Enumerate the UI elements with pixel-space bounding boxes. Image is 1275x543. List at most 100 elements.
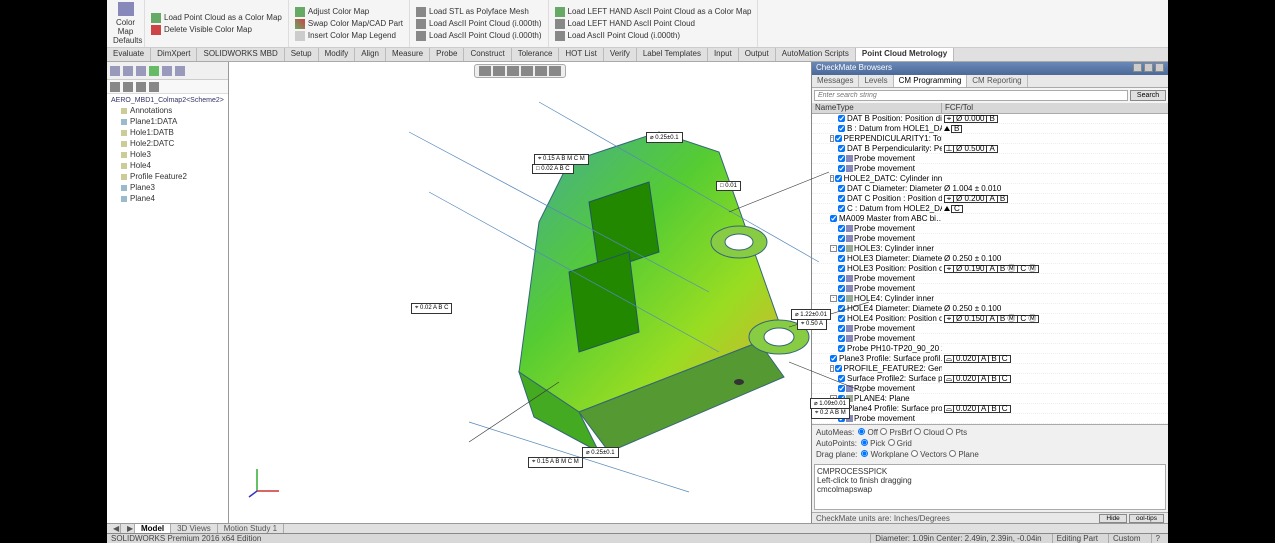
command-tab[interactable]: Verify: [604, 48, 637, 61]
command-tab[interactable]: Output: [739, 48, 776, 61]
load-ascii-pc3-button[interactable]: Load AscII Point Cloud (i.000th): [555, 30, 752, 42]
colormap-defaults-button[interactable]: Color Map Defaults: [107, 0, 145, 47]
feature-item[interactable]: Hole2:DATC: [111, 138, 224, 149]
hide-button[interactable]: Hide: [1099, 514, 1126, 523]
graphics-area[interactable]: ⌖ 0.15 A B M C M □ 0.02 A B C ⌀ 0.25±0.1 □ …: [229, 62, 811, 523]
dragplane-radio[interactable]: [949, 450, 956, 457]
command-tab[interactable]: Tolerance: [512, 48, 560, 61]
automeas-radio[interactable]: [914, 428, 921, 435]
insert-legend-button[interactable]: Insert Color Map Legend: [295, 30, 403, 42]
feature-item[interactable]: Plane3: [111, 182, 224, 193]
adjust-colormap-button[interactable]: Adjust Color Map: [295, 6, 403, 18]
load-ascii-pc1-button[interactable]: Load AscII Point Cloud (i.000th): [416, 18, 542, 30]
load-left-ascii-button[interactable]: Load LEFT HAND AscII Point Cloud: [555, 18, 752, 30]
close-icon[interactable]: [1155, 63, 1164, 72]
command-tab[interactable]: Input: [708, 48, 739, 61]
gtol-callout[interactable]: ⌖ 0.50 A: [797, 319, 827, 330]
feature-icon: [121, 163, 127, 169]
fm-tool-icon[interactable]: [123, 82, 133, 92]
command-tab[interactable]: HOT List: [559, 48, 603, 61]
load-ascii-pc2-button[interactable]: Load AscII Point Cloud (i.000th): [416, 30, 542, 42]
tol-text: Ø 0.250 ± 0.100: [944, 254, 1001, 263]
fm-tool-icon[interactable]: [110, 82, 120, 92]
fm-tool-icon[interactable]: [110, 66, 120, 76]
fm-tool-icon[interactable]: [136, 82, 146, 92]
load-left-ascii-colormap-button[interactable]: Load LEFT HAND AscII Point Cloud as a Co…: [555, 6, 752, 18]
fm-tool-icon[interactable]: [136, 66, 146, 76]
command-tab[interactable]: Label Templates: [637, 48, 708, 61]
command-tab[interactable]: Point Cloud Metrology: [856, 48, 954, 61]
fm-tool-icon[interactable]: [149, 66, 159, 76]
swap-colormap-button[interactable]: Swap Color Map/CAD Part: [295, 18, 403, 30]
model-tab[interactable]: Model: [135, 524, 171, 533]
fcf-frame: ⌓0.020ABC: [944, 355, 1011, 363]
feature-item[interactable]: Hole1:DATB: [111, 127, 224, 138]
minimize-icon[interactable]: [1133, 63, 1142, 72]
feature-icon: [121, 141, 127, 147]
prev-tab-icon[interactable]: ◀: [107, 524, 121, 533]
tooltips-button[interactable]: ool-tips: [1129, 514, 1164, 523]
tol-text: Ø 0.250 ± 0.100: [944, 304, 1001, 313]
command-tab[interactable]: Setup: [285, 48, 319, 61]
next-tab-icon[interactable]: ▶: [121, 524, 135, 533]
cloud-icon: [416, 19, 426, 29]
feature-item[interactable]: Hole3: [111, 149, 224, 160]
gtol-callout[interactable]: □ 0.02 A B C: [532, 164, 574, 174]
feature-manager: AERO_MBD1_Colmap2<Scheme2> AnnotationsPl…: [107, 62, 229, 523]
delete-colormap-button[interactable]: Delete Visible Color Map: [151, 24, 282, 36]
fm-tool-icon[interactable]: [149, 82, 159, 92]
gtol-callout[interactable]: ⌖ 0.02 A B C: [411, 303, 452, 314]
command-tab[interactable]: DimXpert: [151, 48, 197, 61]
gtol-callout[interactable]: ⌖ 0.15 A B M C M: [528, 457, 583, 468]
command-tab[interactable]: AutoMation Scripts: [776, 48, 856, 61]
checkmate-tab[interactable]: CM Programming: [894, 75, 968, 87]
automeas-radio[interactable]: [880, 428, 887, 435]
model-tab[interactable]: 3D Views: [171, 524, 218, 533]
model-view: [289, 72, 869, 512]
fcf-frame: ⌖Ø 0.000B: [944, 115, 998, 123]
command-tab[interactable]: Probe: [430, 48, 464, 61]
gtol-callout[interactable]: □ 0.01: [716, 181, 741, 191]
fm-tool-icon[interactable]: [123, 66, 133, 76]
feature-item[interactable]: Plane1:DATA: [111, 116, 224, 127]
load-pc-colormap-button[interactable]: Load Point Cloud as a Color Map: [151, 12, 282, 24]
command-tab[interactable]: SOLIDWORKS MBD: [197, 48, 284, 61]
fm-toolbar2: [107, 80, 228, 94]
orientation-triad[interactable]: [247, 463, 283, 501]
fm-tool-icon[interactable]: [162, 66, 172, 76]
command-tab[interactable]: Construct: [464, 48, 511, 61]
feature-icon: [121, 152, 127, 158]
autopoints-radio[interactable]: [888, 439, 895, 446]
fm-tool-icon[interactable]: [175, 66, 185, 76]
maximize-icon[interactable]: [1144, 63, 1153, 72]
gtol-callout[interactable]: ⌀ 0.25±0.1: [582, 447, 619, 458]
dragplane-radio[interactable]: [911, 450, 918, 457]
checkmate-tab[interactable]: CM Reporting: [967, 75, 1027, 87]
search-button[interactable]: Search: [1130, 90, 1166, 101]
load-stl-button[interactable]: Load STL as Polyface Mesh: [416, 6, 542, 18]
gtol-callout[interactable]: ⌀ 0.25±0.1: [646, 132, 683, 143]
feature-item[interactable]: Annotations: [111, 105, 224, 116]
datum-box: C: [951, 205, 963, 213]
feature-icon: [121, 108, 127, 114]
tree-root[interactable]: AERO_MBD1_Colmap2<Scheme2>: [111, 96, 224, 105]
load-icon: [151, 13, 161, 23]
status-cell: ?: [1151, 534, 1164, 543]
fm-toolbar: [107, 62, 228, 80]
feature-item[interactable]: Hole4: [111, 160, 224, 171]
command-tab[interactable]: Modify: [319, 48, 356, 61]
hdr-fcf: FCF/Tol: [942, 103, 1168, 113]
automeas-radio[interactable]: [946, 428, 953, 435]
command-tab[interactable]: Measure: [386, 48, 430, 61]
model-tab[interactable]: Motion Study 1: [218, 524, 284, 533]
gtol-callout[interactable]: ⌖ 0.2 A B M: [811, 408, 850, 419]
feature-icon: [121, 174, 127, 180]
adjust-icon: [295, 7, 305, 17]
feature-item[interactable]: Profile Feature2: [111, 171, 224, 182]
fcf-frame: ⌖Ø 0.200AB: [944, 195, 1008, 203]
feature-item[interactable]: Plane4: [111, 193, 224, 204]
datum-icon: [944, 126, 950, 131]
command-tab[interactable]: Evaluate: [107, 48, 151, 61]
cloud-icon: [416, 31, 426, 41]
command-tab[interactable]: Align: [355, 48, 386, 61]
